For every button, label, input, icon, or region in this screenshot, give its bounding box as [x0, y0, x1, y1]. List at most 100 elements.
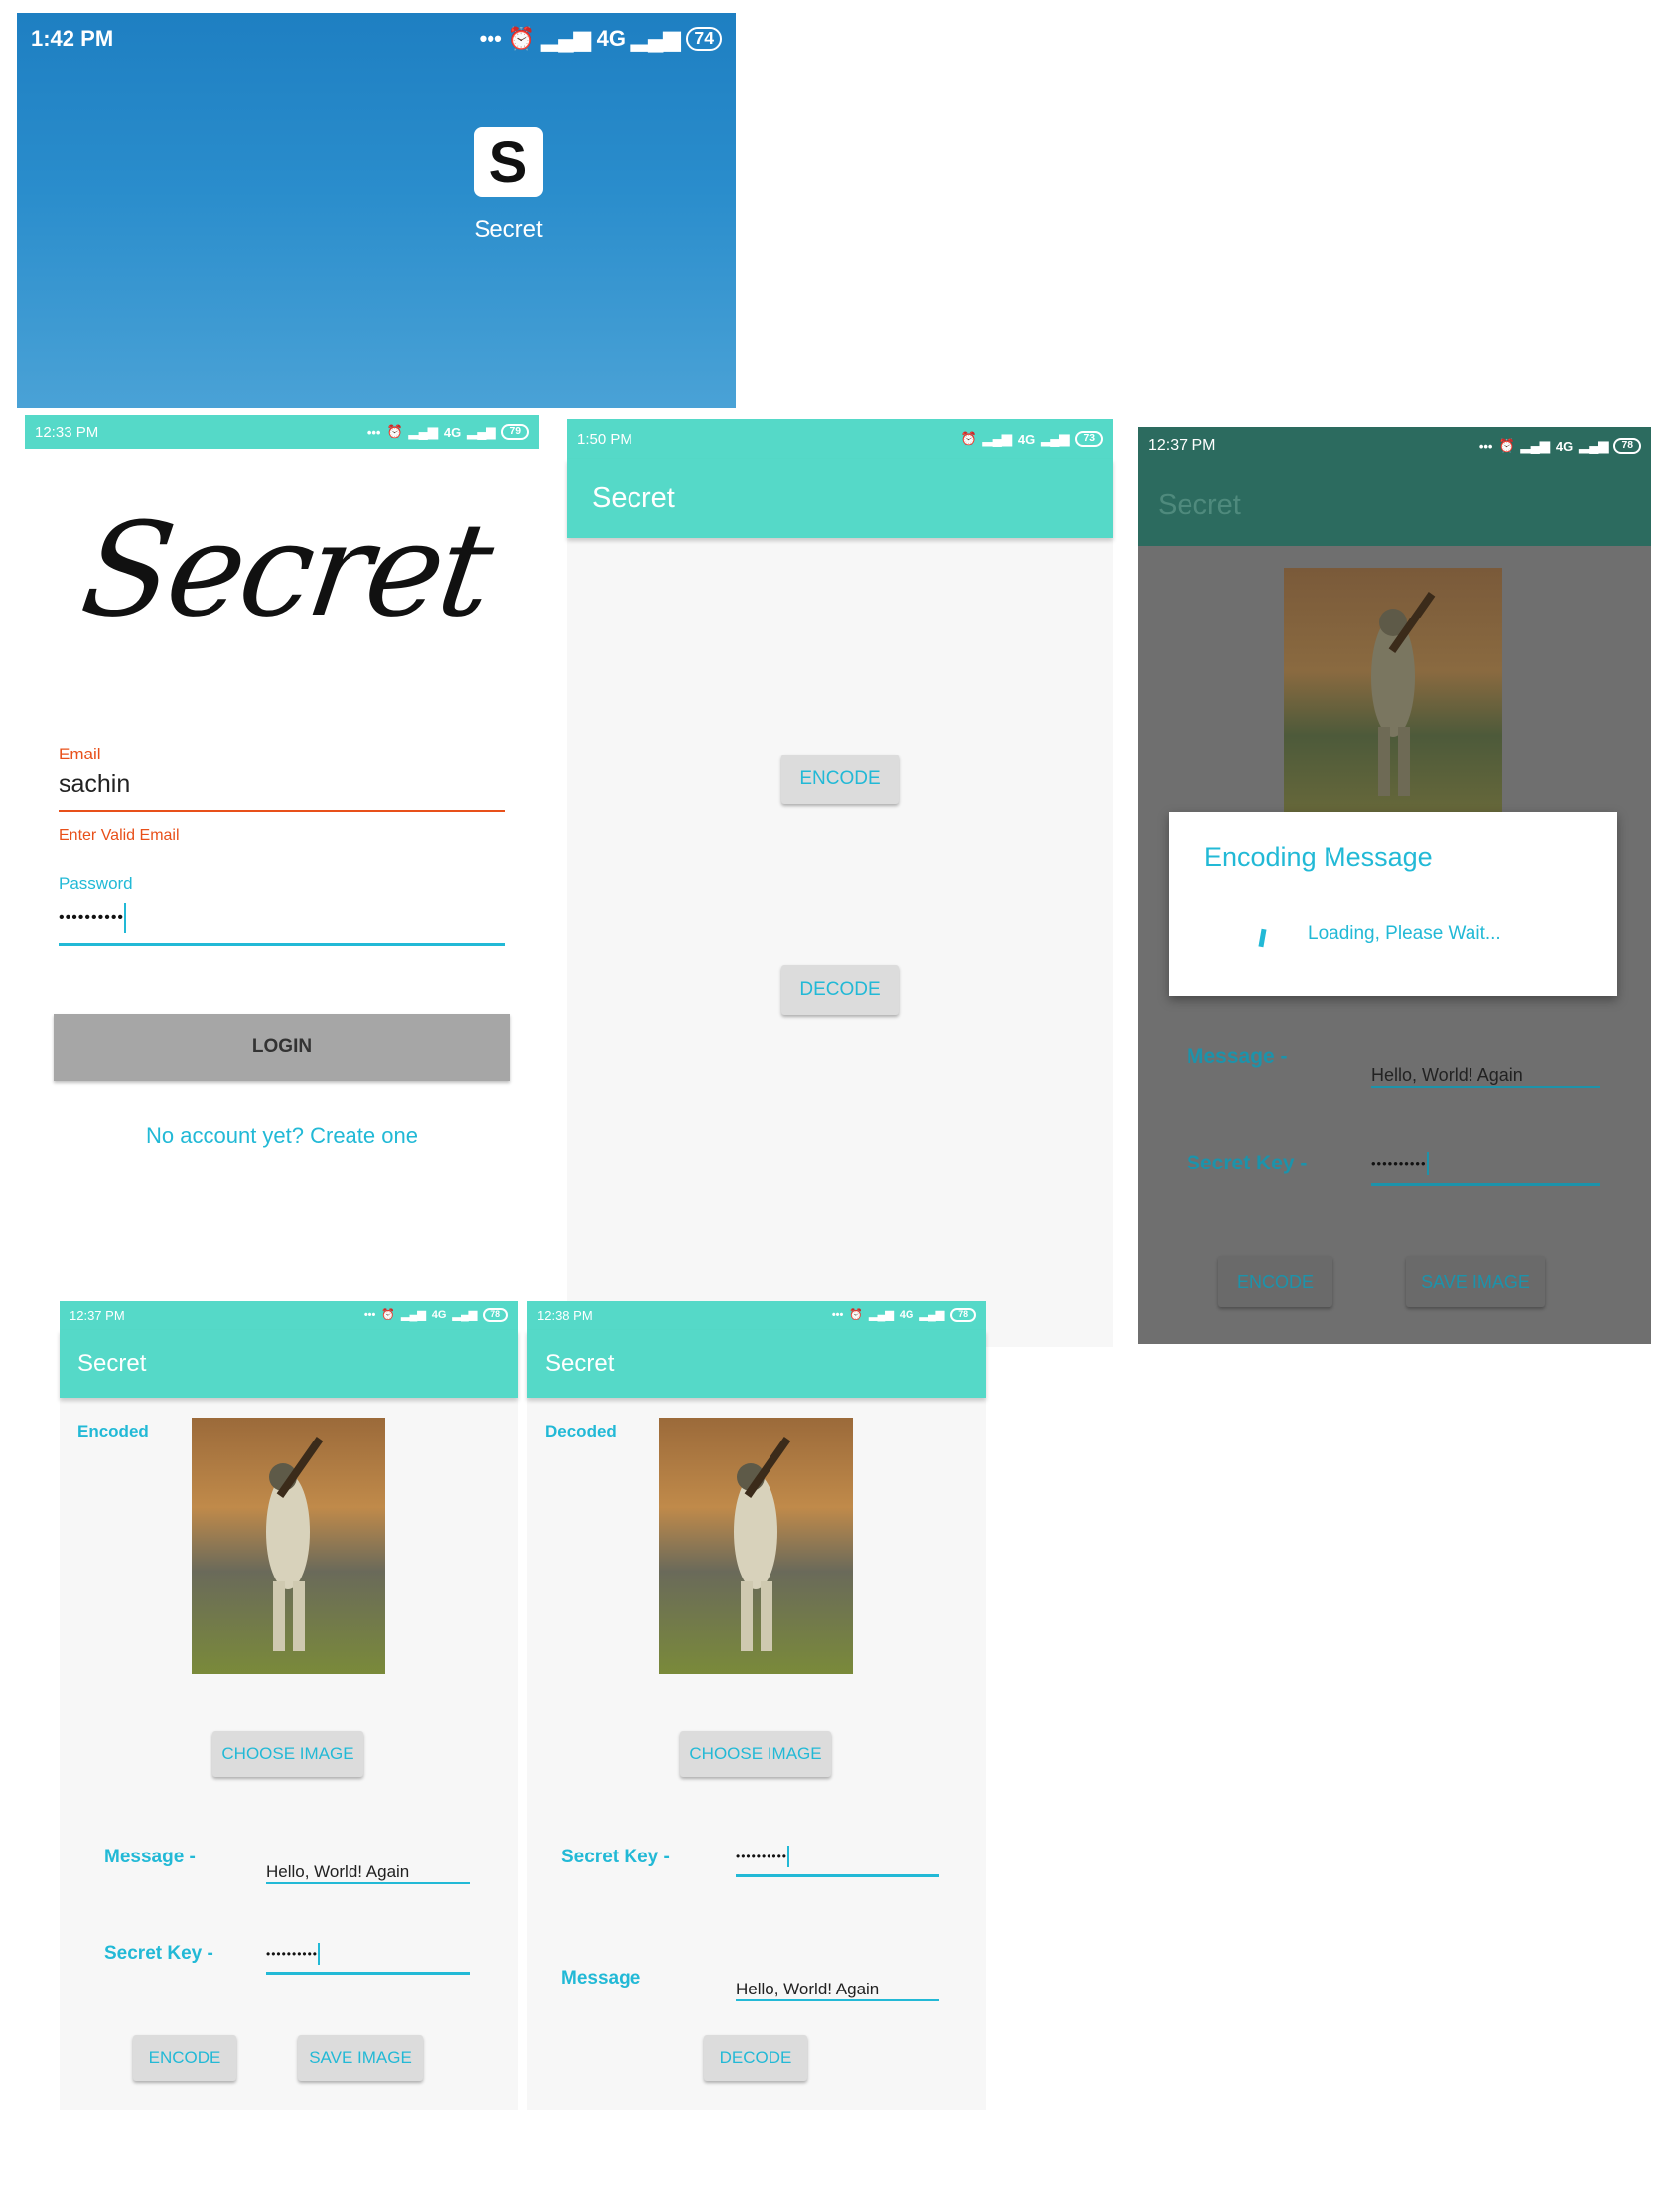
status-bar: 12:33 PM ••• ⏰ ▂▄▆ 4G ▂▄▆ 79 [25, 415, 539, 449]
status-bar: 12:37 PM ••• ⏰ ▂▄▆ 4G ▂▄▆ 78 [60, 1301, 518, 1330]
alarm-icon: ⏰ [960, 431, 977, 446]
app-bar: Secret [1138, 465, 1651, 546]
alarm-icon: ⏰ [386, 424, 403, 439]
create-account-link[interactable]: No account yet? Create one [25, 1123, 539, 1149]
network-type: 4G [443, 424, 462, 440]
cricket-player-icon [266, 1437, 324, 1651]
signal-icon: ▂▄▆ [1520, 438, 1550, 453]
choose-image-button[interactable]: CHOOSE IMAGE [212, 1731, 363, 1777]
status-bar: 1:50 PM ⏰ ▂▄▆ 4G ▂▄▆ 73 [567, 419, 1113, 459]
encode-button[interactable]: ENCODE [133, 2035, 236, 2081]
secret-key-label: Secret Key - [561, 1847, 670, 1867]
selected-image [659, 1418, 853, 1674]
app-icon-secret[interactable]: S [474, 127, 543, 197]
signal-icon-2: ▂▄▆ [919, 1309, 945, 1322]
secret-key-label: Secret Key - [104, 1943, 213, 1964]
network-type: 4G [1017, 431, 1036, 447]
status-icons: ⏰ ▂▄▆ 4G ▂▄▆ 73 [960, 431, 1103, 447]
login-button[interactable]: LOGIN [54, 1014, 510, 1081]
logo-text: Secret [73, 494, 498, 645]
secret-key-field[interactable]: •••••••••• [736, 1839, 939, 1877]
message-value: Hello, World! Again [736, 1980, 880, 1998]
app-bar: Secret [527, 1330, 986, 1398]
message-field[interactable]: Hello, World! Again [266, 1849, 470, 1884]
progress-dialog: Encoding Message Loading, Please Wait... [1169, 812, 1617, 996]
signal-icon-2: ▂▄▆ [467, 424, 496, 439]
login-screen: 12:33 PM ••• ⏰ ▂▄▆ 4G ▂▄▆ 79 Secret Emai… [25, 415, 539, 1209]
signal-icon: ▂▄▆ [408, 424, 438, 439]
network-type: 4G [899, 1308, 914, 1321]
email-error: Enter Valid Email [59, 827, 180, 844]
more-icon: ••• [831, 1308, 844, 1321]
signal-icon: ▂▄▆ [401, 1309, 426, 1322]
network-type: 4G [431, 1308, 447, 1321]
app-bar: Secret [567, 459, 1113, 538]
status-time: 1:42 PM [31, 26, 114, 51]
status-icons: ••• ⏰ ▂▄▆ 4G ▂▄▆ 79 [367, 424, 529, 440]
battery-icon: 74 [686, 27, 722, 51]
status-time: 12:38 PM [537, 1307, 593, 1323]
save-image-button[interactable]: SAVE IMAGE [298, 2035, 423, 2081]
message-label: Message - [104, 1847, 196, 1867]
selected-image [192, 1418, 385, 1674]
signal-icon: ▂▄▆ [869, 1309, 894, 1322]
signal-icon-2: ▂▄▆ [1579, 438, 1609, 453]
message-label: Message - [1187, 1045, 1288, 1068]
battery-icon: 73 [1075, 431, 1103, 447]
status-label: Encoded [77, 1422, 149, 1441]
app-bar-title: Secret [1158, 488, 1241, 521]
status-icons: ••• ⏰ ▂▄▆ 4G ▂▄▆ 74 [480, 26, 722, 52]
battery-icon: 78 [950, 1308, 976, 1322]
alarm-icon: ⏰ [1498, 438, 1515, 453]
app-bar-title: Secret [592, 481, 675, 514]
battery-icon: 79 [501, 424, 529, 440]
status-icons: ••• ⏰ ▂▄▆ 4G ▂▄▆ 78 [832, 1308, 976, 1322]
status-time: 12:33 PM [35, 423, 99, 441]
status-bar: 1:42 PM ••• ⏰ ▂▄▆ 4G ▂▄▆ 74 [17, 13, 736, 65]
app-bar-title: Secret [545, 1350, 615, 1377]
message-value: Hello, World! Again [266, 1862, 410, 1881]
battery-icon: 78 [1613, 438, 1641, 454]
decode-button[interactable]: DECODE [781, 965, 899, 1015]
alarm-icon: ⏰ [849, 1309, 864, 1322]
password-field[interactable]: •••••••••• [59, 903, 505, 946]
cricket-player-icon [1371, 592, 1436, 796]
status-label: Decoded [545, 1422, 617, 1441]
message-field[interactable]: Hello, World! Again [1371, 1050, 1600, 1088]
decode-button[interactable]: DECODE [704, 2035, 807, 2081]
secret-key-value: •••••••••• [1371, 1156, 1427, 1170]
loading-spinner-icon [1258, 928, 1267, 948]
message-label: Message [561, 1968, 641, 1989]
encode-screen: 12:37 PM ••• ⏰ ▂▄▆ 4G ▂▄▆ 78 Secret Enco… [60, 1301, 518, 2110]
app-name-label: Secret [474, 216, 543, 243]
status-icons: ••• ⏰ ▂▄▆ 4G ▂▄▆ 78 [1479, 438, 1641, 454]
encode-button[interactable]: ENCODE [781, 755, 899, 804]
signal-icon: ▂▄▆ [982, 431, 1012, 446]
status-bar: 12:37 PM ••• ⏰ ▂▄▆ 4G ▂▄▆ 78 [1138, 427, 1651, 465]
secret-key-label: Secret Key - [1187, 1152, 1308, 1174]
more-icon: ••• [1478, 438, 1493, 454]
password-label: Password [59, 874, 133, 892]
status-time: 12:37 PM [70, 1307, 125, 1323]
email-label: Email [59, 745, 101, 763]
secret-key-field[interactable]: •••••••••• [266, 1936, 470, 1975]
email-field[interactable]: sachin [59, 770, 505, 812]
message-field[interactable]: Hello, World! Again [736, 1966, 939, 2001]
secret-key-field[interactable]: •••••••••• [1371, 1144, 1600, 1186]
decode-screen: 12:38 PM ••• ⏰ ▂▄▆ 4G ▂▄▆ 78 Secret Deco… [527, 1301, 986, 2110]
more-icon: ••• [363, 1308, 376, 1321]
save-image-button[interactable]: SAVE IMAGE [1406, 1256, 1545, 1307]
app-bar-title: Secret [77, 1350, 147, 1377]
password-value: •••••••••• [59, 909, 125, 927]
status-bar: 12:38 PM ••• ⏰ ▂▄▆ 4G ▂▄▆ 78 [527, 1301, 986, 1330]
cricket-player-icon [734, 1437, 791, 1651]
home-screen: 1:42 PM ••• ⏰ ▂▄▆ 4G ▂▄▆ 74 S Secret [17, 13, 736, 408]
choose-image-button[interactable]: CHOOSE IMAGE [680, 1731, 831, 1777]
alarm-icon: ⏰ [507, 26, 536, 51]
signal-icon-2: ▂▄▆ [630, 26, 681, 51]
more-icon: ••• [366, 424, 381, 440]
dialog-title: Encoding Message [1204, 842, 1433, 872]
status-time: 12:37 PM [1148, 437, 1216, 454]
more-icon: ••• [479, 26, 502, 51]
encode-button[interactable]: ENCODE [1218, 1256, 1332, 1307]
